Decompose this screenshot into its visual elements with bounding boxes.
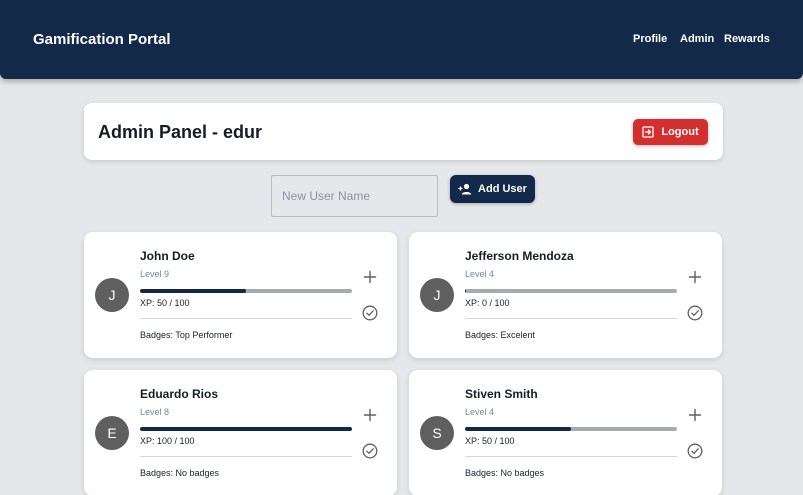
- add-user-label: Add User: [478, 183, 527, 195]
- xp-text: XP: 100 / 100: [140, 436, 195, 446]
- person-add-icon: [458, 183, 472, 195]
- user-level: Level 4: [465, 407, 495, 417]
- user-level: Level 9: [140, 269, 170, 279]
- nav-rewards-link[interactable]: Rewards: [724, 33, 770, 45]
- divider: [465, 456, 677, 457]
- user-level: Level 8: [140, 407, 170, 417]
- add-user-button[interactable]: Add User: [450, 175, 535, 203]
- user-name: Stiven Smith: [465, 387, 538, 401]
- new-user-name-input[interactable]: [271, 175, 438, 217]
- user-card: S Stiven Smith Level 4 XP: 50 / 100 Badg…: [409, 370, 722, 495]
- logout-icon: [642, 126, 655, 138]
- user-name: Eduardo Rios: [140, 387, 219, 401]
- avatar: J: [95, 278, 129, 312]
- add-xp-icon[interactable]: [688, 270, 702, 284]
- xp-progress-bar: [465, 427, 677, 431]
- user-badges: Badges: Top Performer: [140, 330, 233, 340]
- avatar: J: [420, 278, 454, 312]
- avatar: E: [95, 416, 129, 450]
- add-xp-icon[interactable]: [363, 270, 377, 284]
- user-card: J John Doe Level 9 XP: 50 / 100 Badges: …: [84, 232, 397, 358]
- add-xp-icon[interactable]: [363, 408, 377, 422]
- avatar: S: [420, 416, 454, 450]
- add-xp-icon[interactable]: [688, 408, 702, 422]
- logout-button[interactable]: Logout: [633, 119, 708, 145]
- check-circle-icon[interactable]: [687, 443, 703, 459]
- nav-profile-link[interactable]: Profile: [633, 33, 667, 45]
- xp-progress-fill: [140, 289, 246, 293]
- divider: [465, 318, 677, 319]
- user-name: John Doe: [140, 249, 195, 263]
- xp-text: XP: 50 / 100: [140, 298, 190, 308]
- xp-progress-bar: [465, 289, 677, 293]
- user-level: Level 4: [465, 269, 495, 279]
- admin-panel-card: Admin Panel - edur Logout: [84, 103, 723, 160]
- page-title: Admin Panel - edur: [98, 122, 263, 142]
- user-name: Jefferson Mendoza: [465, 249, 574, 263]
- top-navbar: Gamification Portal Profile Admin Reward…: [0, 0, 803, 79]
- check-circle-icon[interactable]: [362, 443, 378, 459]
- xp-progress-bar: [140, 427, 352, 431]
- logout-label: Logout: [661, 126, 699, 138]
- user-badges: Badges: Excelent: [465, 330, 536, 340]
- xp-progress-fill: [465, 427, 571, 431]
- app-title: Gamification Portal: [33, 31, 171, 48]
- xp-progress-bar: [140, 289, 352, 293]
- user-badges: Badges: No badges: [140, 468, 220, 478]
- xp-progress-fill: [140, 427, 352, 431]
- user-card: J Jefferson Mendoza Level 4 XP: 0 / 100 …: [409, 232, 722, 358]
- xp-progress-fill: [465, 289, 467, 293]
- user-card: E Eduardo Rios Level 8 XP: 100 / 100 Bad…: [84, 370, 397, 495]
- nav-admin-link[interactable]: Admin: [680, 33, 714, 45]
- check-circle-icon[interactable]: [687, 305, 703, 321]
- xp-text: XP: 50 / 100: [465, 436, 515, 446]
- divider: [140, 456, 352, 457]
- xp-text: XP: 0 / 100: [465, 298, 510, 308]
- check-circle-icon[interactable]: [362, 305, 378, 321]
- user-badges: Badges: No badges: [465, 468, 545, 478]
- divider: [140, 318, 352, 319]
